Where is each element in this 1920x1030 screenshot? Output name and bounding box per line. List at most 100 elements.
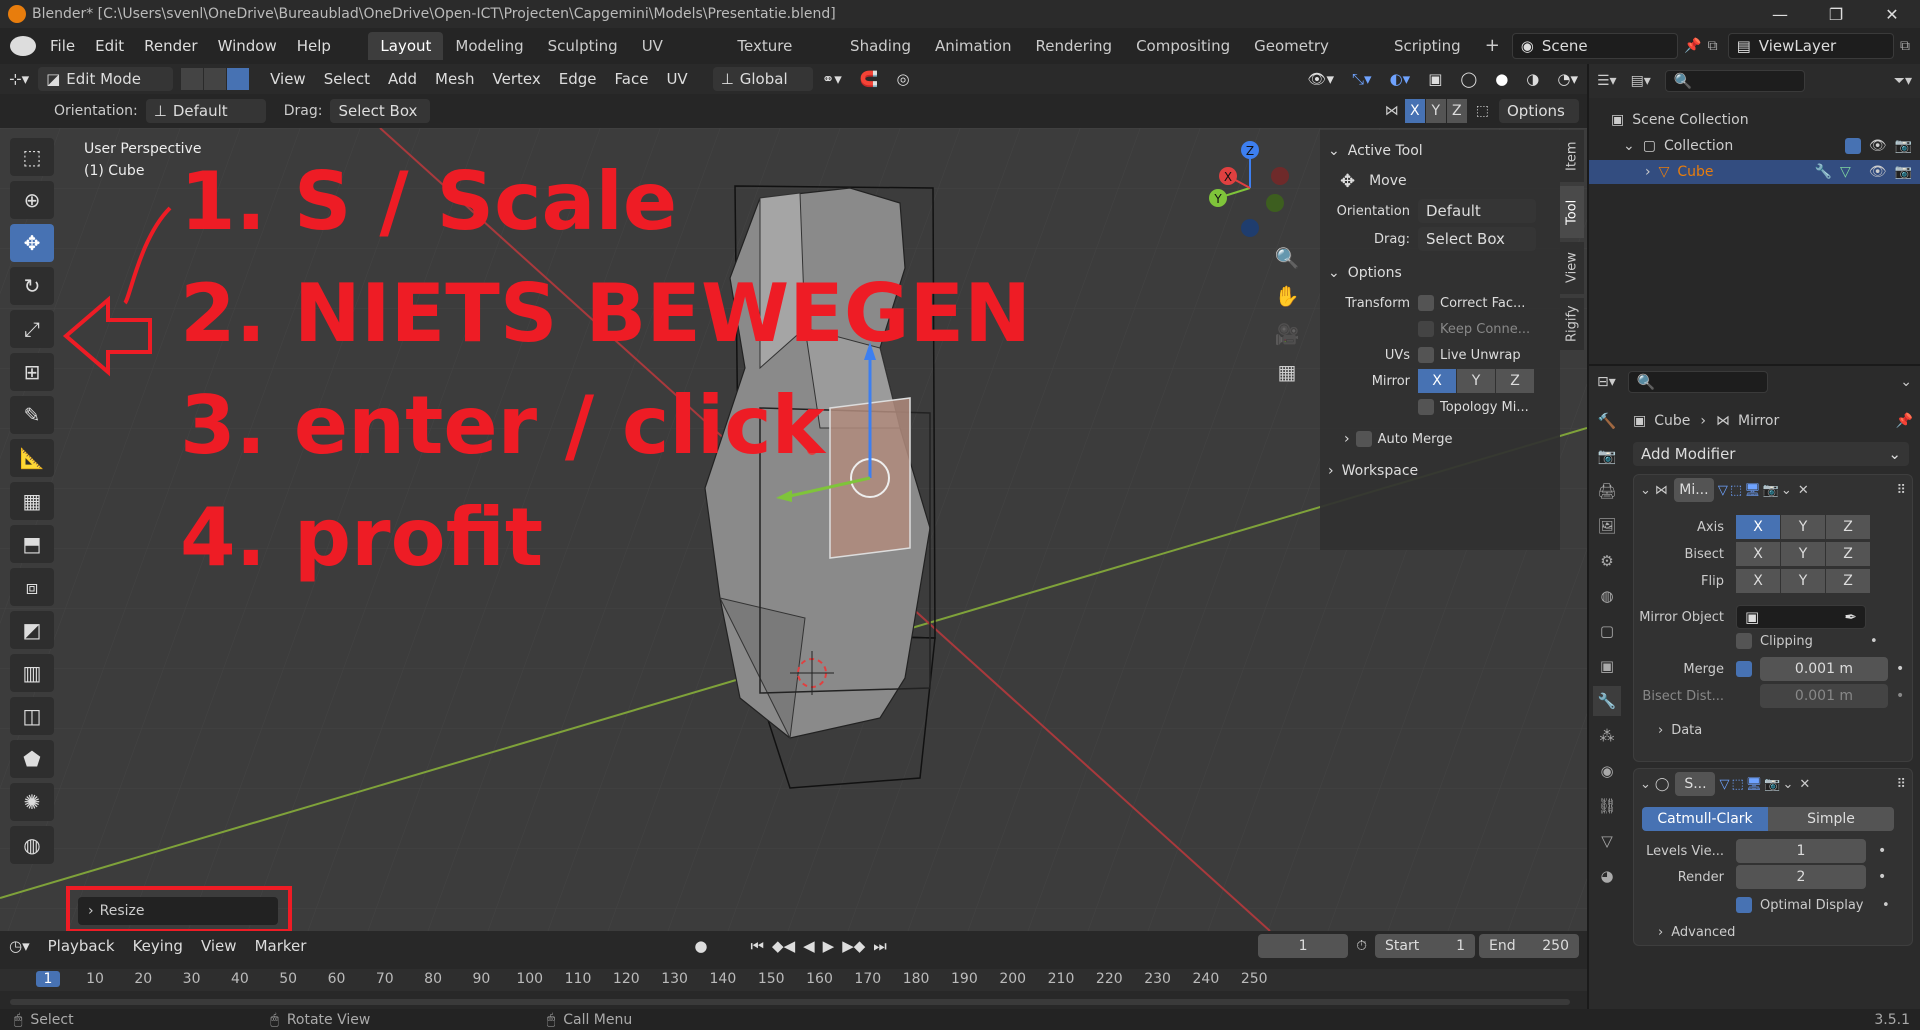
simple-button[interactable]: Simple: [1768, 807, 1894, 831]
proportional-editing-icon[interactable]: ◎: [887, 70, 918, 88]
tab-modeling[interactable]: Modeling: [443, 32, 535, 60]
gizmo-icon[interactable]: ⤡▾: [1343, 70, 1381, 88]
scale-tool-icon[interactable]: ⤢: [10, 310, 54, 348]
mirror-y-toggle[interactable]: Y: [1425, 99, 1446, 123]
bevel-tool-icon[interactable]: ◩: [10, 611, 54, 649]
outliner-row-scene-collection[interactable]: ▣ Scene Collection: [1589, 108, 1920, 132]
bisect-distance-field[interactable]: 0.001 m: [1760, 684, 1888, 708]
last-operator-panel[interactable]: › Resize: [78, 897, 278, 925]
outliner-row-collection[interactable]: ⌄ ▢ Collection 👁 📷: [1589, 134, 1920, 158]
menu-marker[interactable]: Marker: [246, 937, 316, 955]
mode-selector[interactable]: ◪ Edit Mode: [38, 67, 174, 91]
tab-tool[interactable]: Tool: [1560, 186, 1584, 238]
loop-cut-tool-icon[interactable]: ▥: [10, 654, 54, 692]
tool-orientation-selector[interactable]: ⊥ Default: [145, 99, 266, 123]
modifier-wrench-icon[interactable]: 🔧: [1815, 164, 1832, 180]
knife-tool-icon[interactable]: ◫: [10, 697, 54, 735]
live-unwrap-checkbox[interactable]: [1418, 347, 1434, 363]
solid-shading-icon[interactable]: ●: [1486, 70, 1517, 88]
xray-icon[interactable]: ▣: [1419, 70, 1451, 88]
render-toggle-icon[interactable]: 📷: [1763, 483, 1779, 498]
advanced-subpanel[interactable]: › Advanced: [1658, 925, 1735, 940]
menu-vertex[interactable]: Vertex: [484, 70, 550, 88]
collection-render-icon[interactable]: 📷: [1895, 138, 1912, 154]
auto-merge-row[interactable]: › Auto Merge: [1320, 426, 1560, 452]
menu-mesh[interactable]: Mesh: [426, 70, 484, 88]
mirror-name-field[interactable]: Mi...: [1673, 478, 1714, 502]
chevron-down-icon[interactable]: ⌄: [1782, 777, 1793, 792]
smooth-tool-icon[interactable]: ◍: [10, 826, 54, 864]
flip-y-toggle[interactable]: Y: [1781, 569, 1825, 593]
pin-icon[interactable]: 📌: [1684, 38, 1701, 54]
filter-icon[interactable]: ⏷▾: [1894, 73, 1912, 89]
outliner-editor-icon[interactable]: ☰▾: [1597, 73, 1617, 89]
flip-x-toggle[interactable]: X: [1736, 569, 1780, 593]
material-shading-icon[interactable]: ◑: [1517, 70, 1548, 88]
menu-help[interactable]: Help: [287, 37, 341, 55]
bisect-x-toggle[interactable]: X: [1736, 542, 1780, 566]
vertex-select-icon[interactable]: [181, 68, 204, 90]
menu-edit[interactable]: Edit: [85, 37, 134, 55]
new-view-layer-icon[interactable]: ⧉: [1900, 38, 1910, 54]
menu-window[interactable]: Window: [208, 37, 287, 55]
optimal-display-checkbox[interactable]: [1736, 897, 1752, 913]
object-properties-icon[interactable]: ▣: [1593, 651, 1621, 681]
play-reverse-icon[interactable]: ◀: [799, 937, 819, 955]
np-drag-select[interactable]: Select Box: [1418, 227, 1536, 251]
zoom-icon[interactable]: 🔍: [1270, 246, 1304, 284]
mesh-data-icon[interactable]: ▽: [1840, 164, 1851, 180]
tab-geometry-nodes[interactable]: Geometry Nodes: [1242, 32, 1382, 83]
realtime-toggle-icon[interactable]: 🖥: [1744, 483, 1761, 498]
jump-keyframe-forward-icon[interactable]: ▶◆: [838, 937, 869, 955]
options-header[interactable]: ⌄ Options: [1320, 260, 1560, 286]
np-mirror-y[interactable]: Y: [1457, 369, 1495, 393]
subsurf-name-field[interactable]: S...: [1675, 772, 1716, 796]
properties-search[interactable]: 🔍: [1627, 371, 1768, 393]
jump-end-icon[interactable]: ⏭: [869, 937, 891, 955]
tab-shading[interactable]: Shading: [838, 32, 923, 60]
chevron-down-icon[interactable]: ⌄: [1781, 483, 1792, 498]
end-frame-field[interactable]: End 250: [1479, 934, 1579, 958]
keyframe-dot-icon[interactable]: •: [1878, 843, 1886, 859]
menu-edge[interactable]: Edge: [550, 70, 606, 88]
output-properties-icon[interactable]: 🖨: [1593, 476, 1621, 506]
drag-handle-icon[interactable]: ⠿: [1896, 483, 1906, 498]
correct-face-checkbox[interactable]: [1418, 295, 1434, 311]
scene-properties-icon[interactable]: ⚙: [1593, 546, 1621, 576]
restore-icon[interactable]: ❐: [1808, 0, 1864, 28]
tab-sculpting[interactable]: Sculpting: [536, 32, 630, 60]
camera-icon[interactable]: 🎥: [1270, 322, 1304, 360]
new-scene-icon[interactable]: ⧉: [1708, 38, 1718, 54]
menu-timeline-view[interactable]: View: [192, 937, 246, 955]
cage-toggle-icon[interactable]: ⬚: [1730, 483, 1742, 498]
close-icon[interactable]: ✕: [1864, 0, 1920, 28]
add-workspace-icon[interactable]: +: [1473, 32, 1512, 60]
rendered-shading-icon[interactable]: ◔▾: [1548, 70, 1587, 88]
pivot-icon[interactable]: ⚭▾: [813, 70, 851, 88]
render-toggle-icon[interactable]: 📷: [1764, 777, 1780, 792]
menu-render[interactable]: Render: [134, 37, 207, 55]
spin-tool-icon[interactable]: ✺: [10, 783, 54, 821]
physics-properties-icon[interactable]: ◉: [1593, 756, 1621, 786]
blender-menu-icon[interactable]: [10, 36, 36, 56]
remove-modifier-icon[interactable]: ✕: [1799, 777, 1896, 792]
select-box-tool-icon[interactable]: ⬚: [10, 138, 54, 176]
start-frame-field[interactable]: Start 1: [1375, 934, 1475, 958]
world-properties-icon[interactable]: ◍: [1593, 581, 1621, 611]
axis-x-toggle[interactable]: X: [1736, 515, 1780, 539]
modifier-properties-icon[interactable]: 🔧: [1593, 686, 1621, 716]
chevron-down-icon[interactable]: ⌄: [1640, 777, 1651, 792]
tab-texture-paint[interactable]: Texture Paint: [725, 32, 838, 83]
keyframe-dot-icon[interactable]: •: [1870, 634, 1878, 649]
inset-tool-icon[interactable]: ⧈: [10, 568, 54, 606]
np-orientation-select[interactable]: Default: [1418, 199, 1536, 223]
play-icon[interactable]: ▶: [819, 937, 839, 955]
view-layer-properties-icon[interactable]: 🖼: [1593, 511, 1621, 541]
menu-file[interactable]: File: [40, 37, 85, 55]
particles-properties-icon[interactable]: ⁂: [1593, 721, 1621, 751]
workspace-header[interactable]: › Workspace: [1320, 458, 1560, 484]
constraints-properties-icon[interactable]: ⛓: [1593, 791, 1621, 821]
cage-toggle-icon[interactable]: ⬚: [1731, 777, 1743, 792]
pan-hand-icon[interactable]: ✋: [1270, 284, 1304, 322]
catmull-clark-button[interactable]: Catmull-Clark: [1642, 807, 1768, 831]
